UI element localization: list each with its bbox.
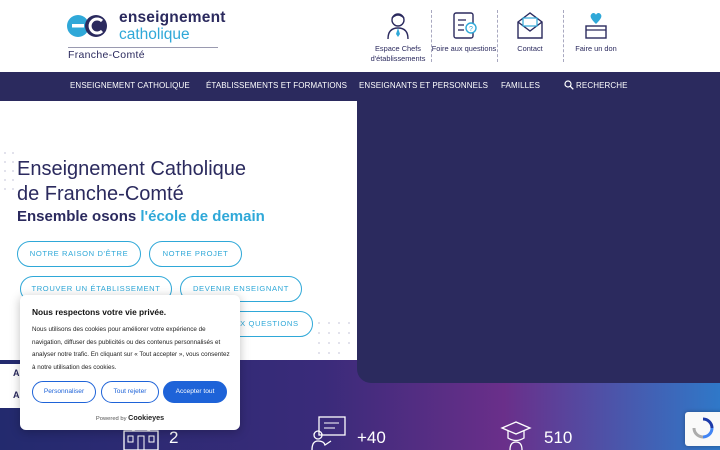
cookie-title: Nous respectons votre vie privée. — [32, 307, 167, 317]
cookieyes-logo: Cookieyes — [128, 413, 165, 422]
hero-image-panel — [357, 101, 720, 383]
donation-box-icon — [585, 12, 607, 39]
graduation-cap-icon — [500, 421, 532, 450]
site-header: enseignement catholique Franche-Comté Es… — [0, 0, 720, 72]
hero-title-line2: de Franche-Comté — [17, 183, 184, 205]
hero-subtitle-accent: l'école de demain — [140, 208, 265, 225]
quick-link-label: Faire un don — [575, 44, 617, 53]
nav-item-etablissements[interactable]: ÉTABLISSEMENTS ET FORMATIONS — [206, 81, 347, 90]
logo-text-line1: enseignement — [119, 9, 226, 26]
quick-link-faq[interactable]: ? Foire aux questions — [431, 10, 497, 64]
logo-region: Franche-Comté — [68, 49, 145, 61]
site-logo[interactable]: enseignement catholique Franche-Comté — [66, 9, 226, 61]
cookie-consent-banner: Nous respectons votre vie privée. Nous u… — [20, 295, 240, 430]
raison-detre-button[interactable]: NOTRE RAISON D'ÊTRE — [17, 241, 141, 267]
hero-title-line1: Enseignement Catholique — [17, 158, 247, 180]
school-director-icon — [387, 13, 409, 40]
logo-divider — [68, 47, 218, 48]
hero-subtitle-part1: Ensemble osons — [17, 208, 141, 225]
envelope-icon — [517, 12, 543, 39]
recaptcha-icon — [692, 417, 714, 439]
hero-subtitle: Ensemble osons l'école de demain — [17, 208, 265, 225]
ec-logo-icon — [67, 15, 107, 37]
recaptcha-badge[interactable] — [685, 412, 720, 446]
main-nav: ENSEIGNEMENT CATHOLIQUE ÉTABLISSEMENTS E… — [0, 72, 720, 101]
teacher-board-icon — [311, 416, 346, 450]
cookie-reject-button[interactable]: Tout rejeter — [101, 381, 159, 403]
cookie-powered-by: Powered by Cookieyes — [95, 413, 165, 422]
cookie-description: Nous utilisons des cookies pour améliore… — [32, 326, 230, 371]
stat-value: +40 — [357, 428, 386, 447]
logo-text-line2: catholique — [119, 26, 190, 43]
quick-link-chefs[interactable]: Espace Chefs d'établissements — [365, 10, 431, 64]
search-icon[interactable] — [564, 80, 574, 90]
nav-item-recherche[interactable]: RECHERCHE — [576, 81, 628, 90]
nav-item-enseignement[interactable]: ENSEIGNEMENT CATHOLIQUE — [70, 81, 190, 90]
quick-link-label: Foire aux questions — [431, 44, 497, 53]
notre-projet-button[interactable]: NOTRE PROJET — [149, 241, 242, 267]
quick-link-label: Espace Chefs d'établissements — [370, 44, 426, 63]
hero-title: Enseignement Catholique de Franche-Comté — [17, 157, 347, 207]
faq-clipboard-icon: ? — [453, 12, 477, 39]
quick-link-contact[interactable]: Contact — [497, 10, 563, 64]
quick-link-donation[interactable]: Faire un don — [563, 10, 629, 64]
svg-text:?: ? — [469, 26, 473, 33]
nav-item-familles[interactable]: FAMILLES — [501, 81, 540, 90]
nav-item-enseignants[interactable]: ENSEIGNANTS ET PERSONNELS — [359, 81, 488, 90]
cookie-accept-button[interactable]: Accepter tout — [163, 381, 227, 403]
stat-value: 510 — [544, 428, 573, 447]
stat-value: 2 — [169, 428, 179, 447]
cookie-customize-button[interactable]: Personnaliser — [32, 381, 96, 403]
quick-link-label: Contact — [517, 44, 543, 53]
